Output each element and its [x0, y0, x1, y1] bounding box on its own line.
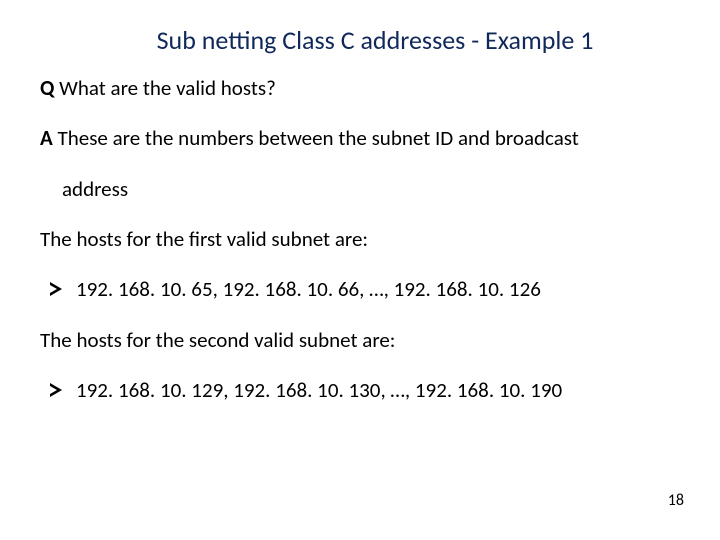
hosts2-bullet: 192. 168. 10. 129, 192. 168. 10. 130, …,…	[40, 376, 680, 404]
hosts2-intro: The hosts for the second valid subnet ar…	[40, 326, 680, 354]
answer-line-1: A These are the numbers between the subn…	[40, 124, 680, 152]
question-line: Q What are the valid hosts?	[40, 74, 680, 102]
q-text: What are the valid hosts?	[54, 75, 275, 101]
hosts1-intro: The hosts for the first valid subnet are…	[40, 225, 680, 253]
arrow-icon	[50, 282, 62, 296]
a-text: These are the numbers between the subnet…	[53, 125, 579, 151]
arrow-icon	[50, 383, 62, 397]
answer-line-2: address	[40, 175, 680, 203]
slide-body: Q What are the valid hosts? A These are …	[40, 74, 680, 404]
hosts1-bullet: 192. 168. 10. 65, 192. 168. 10. 66, …, 1…	[40, 275, 680, 303]
page-number: 18	[668, 491, 684, 510]
hosts2-list: 192. 168. 10. 129, 192. 168. 10. 130, …,…	[76, 376, 680, 404]
slide: Sub netting Class C addresses - Example …	[0, 0, 720, 540]
a-label: A	[40, 125, 53, 151]
slide-title: Sub netting Class C addresses - Example …	[40, 24, 680, 56]
q-label: Q	[40, 75, 54, 101]
hosts1-list: 192. 168. 10. 65, 192. 168. 10. 66, …, 1…	[76, 275, 680, 303]
